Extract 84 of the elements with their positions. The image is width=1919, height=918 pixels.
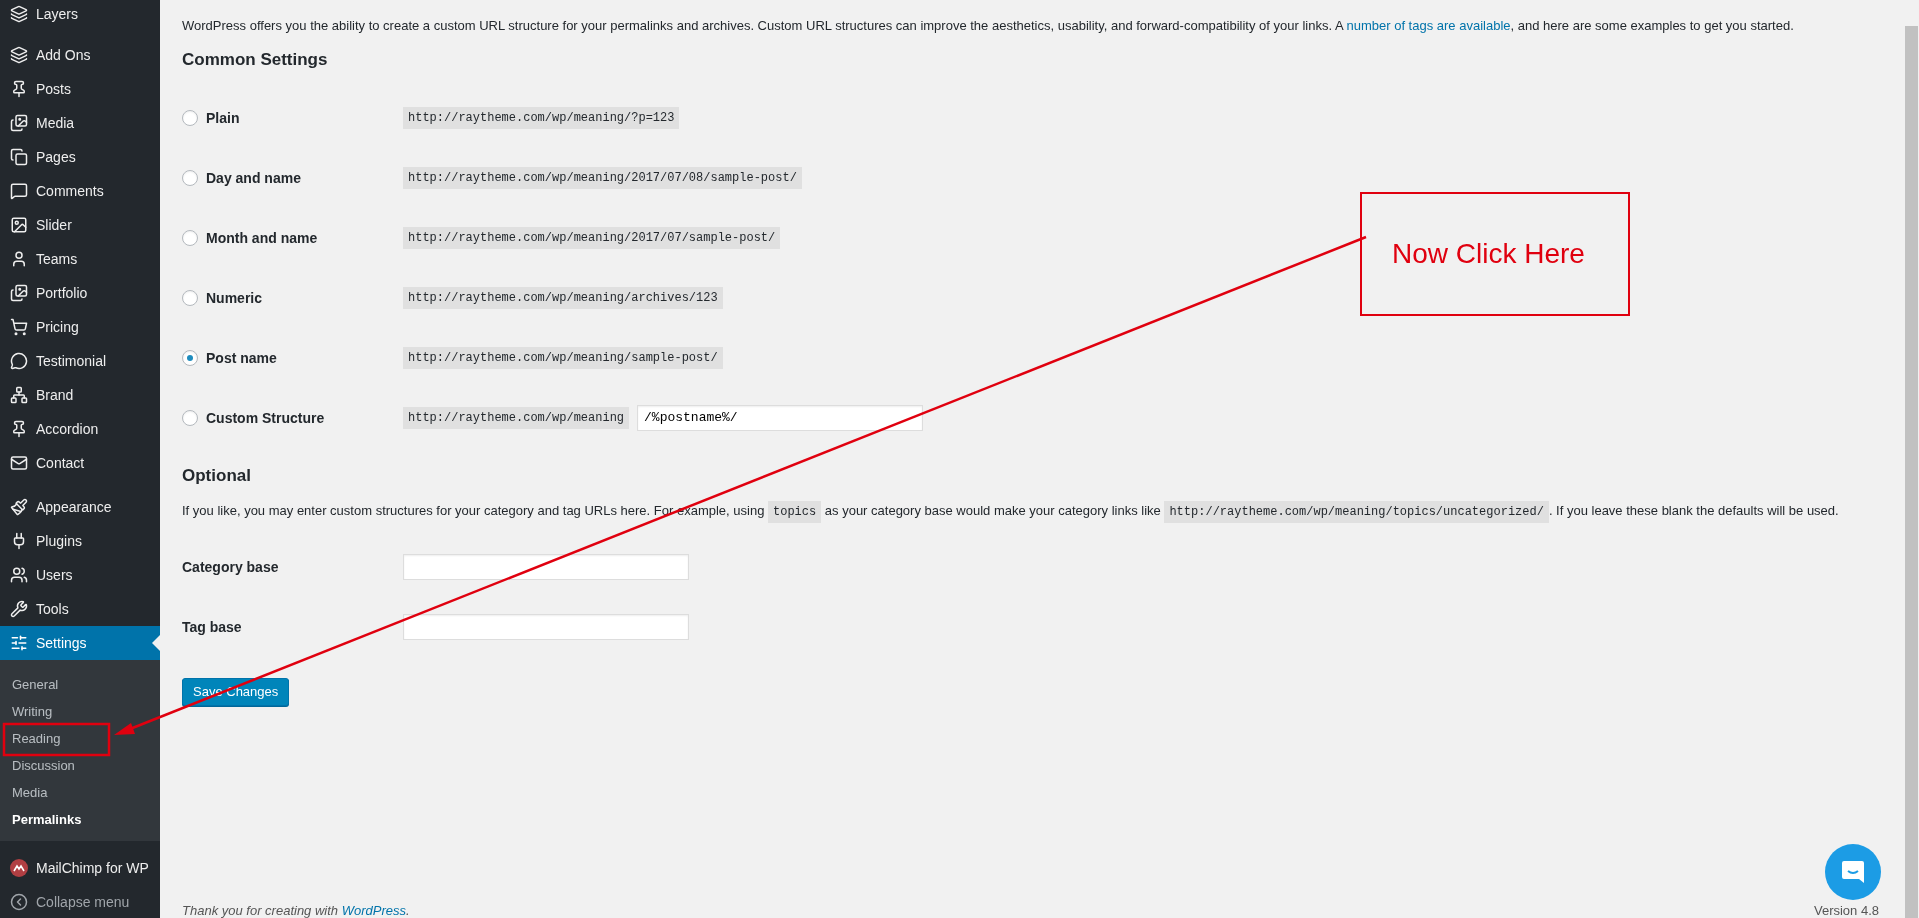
- chat-icon: [1839, 858, 1867, 886]
- sidebar-item[interactable]: Comments: [0, 174, 160, 208]
- menu-icon: [10, 420, 28, 438]
- radio-button[interactable]: [182, 349, 198, 366]
- code-snippet: topics: [768, 500, 822, 523]
- menu-icon: [10, 454, 28, 472]
- version-text: Version 4.8: [1813, 903, 1879, 918]
- chat-button[interactable]: [1825, 844, 1881, 900]
- sidebar-item[interactable]: Portfolio: [0, 276, 160, 310]
- sidebar-item[interactable]: Layers: [0, 0, 160, 28]
- sidebar-item[interactable]: Media: [0, 106, 160, 140]
- option-label: Custom Structure: [206, 409, 325, 426]
- radio-button[interactable]: [182, 109, 198, 126]
- radio-button[interactable]: [182, 229, 198, 246]
- url-example: http://raytheme.com/wp/meaning/sample-post/: [403, 346, 723, 369]
- sidebar-item[interactable]: Users: [0, 558, 160, 592]
- menu-icon: [10, 148, 28, 166]
- option-label: Plain: [206, 109, 240, 126]
- option-label: Post name: [206, 349, 277, 366]
- sidebar-item[interactable]: Add Ons: [0, 38, 160, 72]
- save-button[interactable]: Save Changes: [182, 677, 290, 706]
- sidebar-item[interactable]: Settings: [0, 626, 160, 660]
- menu-icon: [10, 352, 28, 370]
- intro-text: WordPress offers you the ability to create a custom URL structure for your permalinks and archives. Custom URL structures can improve the aesthetics, usability, and forward-compatibility of your links. A number of tags are available, and here are some examples to get you started.: [182, 17, 1795, 35]
- sidebar-item[interactable]: Tools: [0, 592, 160, 626]
- submenu-item[interactable]: Media: [0, 779, 160, 806]
- sidebar-item[interactable]: Pricing: [0, 310, 160, 344]
- structure-field[interactable]: /%postname%/: [637, 404, 924, 431]
- logo-icon: [10, 859, 28, 877]
- submenu-item[interactable]: Reading: [0, 725, 160, 752]
- sidebar-item[interactable]: Brand: [0, 378, 160, 412]
- radio-button[interactable]: [182, 409, 198, 426]
- submenu-item[interactable]: Discussion: [0, 752, 160, 779]
- radio-button[interactable]: [182, 169, 198, 186]
- option-label: Numeric: [206, 289, 263, 306]
- input-field[interactable]: [403, 553, 689, 580]
- wordpress-link[interactable]: WordPress: [341, 903, 406, 918]
- url-example: http://raytheme.com/wp/meaning/?p=123: [403, 106, 680, 129]
- code-snippet: http://raytheme.com/wp/meaning/topics/uncategorized/: [1164, 500, 1549, 523]
- submenu-item[interactable]: Writing: [0, 698, 160, 725]
- option-label: Day and name: [206, 169, 301, 186]
- tags-link[interactable]: number of tags are available: [1346, 18, 1511, 33]
- sidebar-item[interactable]: Plugins: [0, 524, 160, 558]
- url-example: http://raytheme.com/wp/meaning/2017/07/08/sample-post/: [403, 166, 802, 189]
- url-example: http://raytheme.com/wp/meaning/archives/123: [403, 286, 723, 309]
- menu-icon: [10, 46, 28, 64]
- sidebar-item[interactable]: Contact: [0, 446, 160, 480]
- sidebar-item[interactable]: Slider: [0, 208, 160, 242]
- section-heading: Optional: [182, 465, 252, 486]
- radio-button[interactable]: [182, 289, 198, 306]
- menu-icon: [10, 182, 28, 200]
- footer-text: Thank you for creating with WordPress.: [182, 903, 410, 918]
- menu-icon: [10, 634, 28, 652]
- sidebar-item[interactable]: MailChimp for WP: [0, 851, 160, 885]
- menu-icon: [10, 114, 28, 132]
- option-label: Month and name: [206, 229, 318, 246]
- optional-description: If you like, you may enter custom structures for your category and tag URLs here. For example, using topics as your category base would make your category links like http://raytheme.com/wp/meaning/topics/uncategorized/ . If you leave these blank the defaults will be used.: [182, 500, 1879, 521]
- sidebar-item[interactable]: Posts: [0, 72, 160, 106]
- menu-icon: [10, 893, 28, 911]
- callout-box: Now Click Here: [1360, 192, 1630, 316]
- menu-icon: [10, 386, 28, 404]
- menu-icon: [10, 600, 28, 618]
- sidebar-item[interactable]: Pages: [0, 140, 160, 174]
- menu-icon: [10, 498, 28, 516]
- sidebar-item[interactable]: Testimonial: [0, 344, 160, 378]
- section-heading: Common Settings: [182, 49, 329, 70]
- menu-icon: [10, 284, 28, 302]
- menu-icon: [10, 80, 28, 98]
- field-label: Tag base: [182, 618, 242, 635]
- sidebar-item[interactable]: Teams: [0, 242, 160, 276]
- menu-icon: [10, 318, 28, 336]
- field-label: Category base: [182, 558, 279, 575]
- collapse-menu-button[interactable]: Collapse menu: [0, 885, 160, 918]
- sidebar-item[interactable]: Appearance: [0, 490, 160, 524]
- url-example: http://raytheme.com/wp/meaning: [403, 406, 630, 429]
- input-field[interactable]: [403, 613, 689, 640]
- menu-icon: [10, 5, 28, 23]
- menu-icon: [10, 566, 28, 584]
- url-example: http://raytheme.com/wp/meaning/2017/07/sample-post/: [403, 226, 781, 249]
- submenu-item[interactable]: Permalinks: [0, 806, 160, 833]
- menu-icon: [10, 250, 28, 268]
- sidebar-item[interactable]: Accordion: [0, 412, 160, 446]
- menu-icon: [10, 216, 28, 234]
- submenu-item[interactable]: General: [0, 671, 160, 698]
